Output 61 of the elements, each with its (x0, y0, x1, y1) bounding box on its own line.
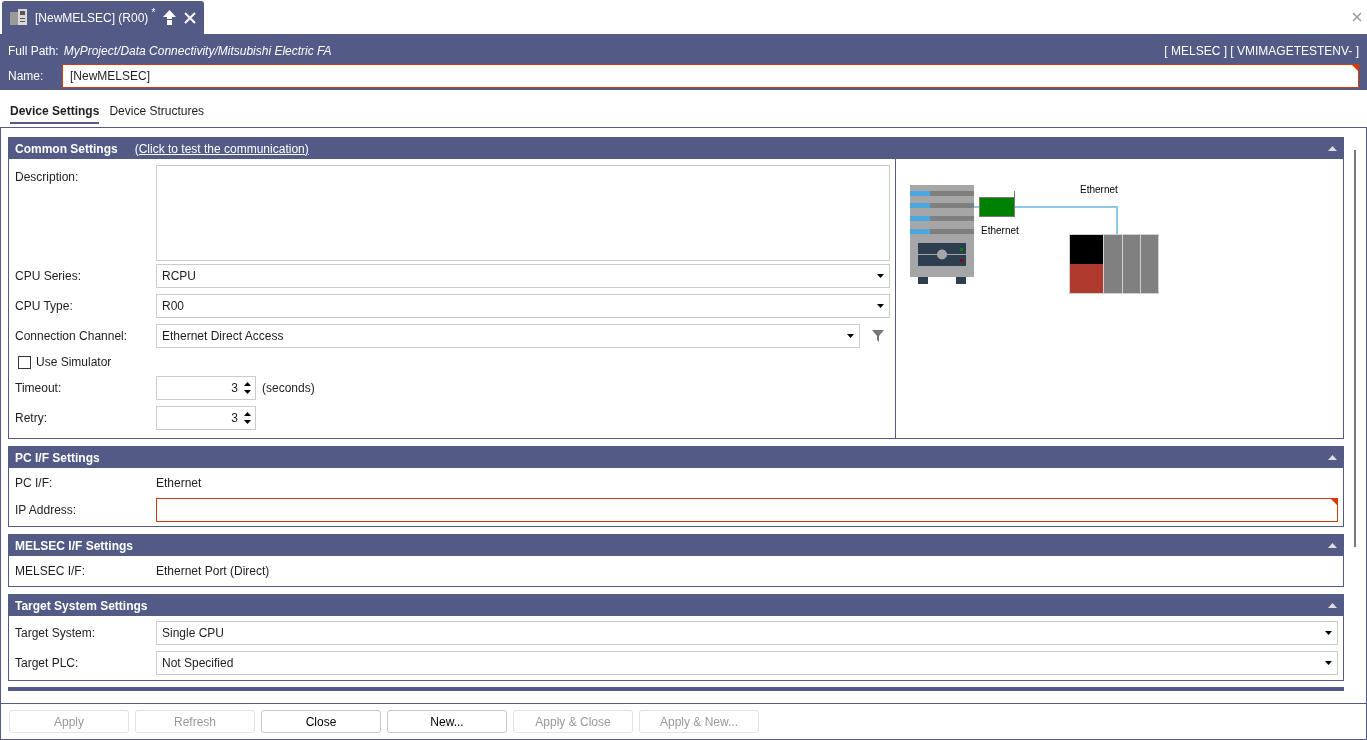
device-icon (10, 9, 27, 26)
section-header[interactable]: MELSEC I/F Settings (9, 535, 1343, 556)
modified-mark: * (151, 5, 156, 20)
section-header[interactable]: PC I/F Settings (9, 447, 1343, 468)
dropdown[interactable]: R00 (156, 294, 890, 318)
dropdown-caret-icon (1325, 631, 1332, 635)
network-module-icon (979, 190, 1015, 217)
dropdown[interactable]: RCPU (156, 264, 890, 288)
number-spinner[interactable]: 3 (156, 406, 256, 430)
name-field[interactable]: [NewMELSEC] (62, 64, 1359, 88)
close-icon[interactable] (1352, 12, 1362, 22)
field-value: Ethernet (156, 475, 202, 492)
collapse-caret-icon[interactable] (1328, 603, 1337, 608)
field-label: CPU Series: (15, 268, 83, 285)
field-label: Connection Channel: (15, 328, 129, 345)
field-label: Description: (15, 169, 80, 186)
document-tab[interactable]: [NewMELSEC] (R00) * (2, 1, 205, 34)
pin-up-icon[interactable] (163, 10, 177, 25)
section-header[interactable]: Target System Settings (9, 595, 1343, 616)
field-label: Use Simulator (36, 354, 112, 371)
tab[interactable]: Device Structures (109, 102, 205, 124)
scrollbar[interactable] (1354, 150, 1356, 547)
collapse-caret-icon[interactable] (1328, 543, 1337, 548)
dropdown-caret-icon (847, 334, 854, 338)
dropdown[interactable]: Not Specified (156, 651, 1338, 675)
number-spinner[interactable]: 3 (156, 376, 256, 400)
dropdown[interactable]: Ethernet Direct Access (156, 324, 860, 348)
field-label: MELSEC I/F: (15, 563, 86, 580)
tab[interactable]: Device Settings (10, 102, 100, 124)
connection-label: Ethernet (981, 225, 1019, 236)
field-label: Retry: (15, 410, 48, 427)
spin-arrows-icon[interactable] (244, 412, 251, 424)
unit-label: (seconds) (262, 380, 315, 397)
collapse-caret-icon[interactable] (1328, 146, 1337, 151)
spin-arrows-icon[interactable] (244, 382, 251, 394)
field-label: IP Address: (15, 502, 78, 519)
context-label: [ MELSEC ] [ VMIMAGETESTENV- ] (1164, 43, 1359, 60)
dialog-button[interactable]: Close (261, 710, 381, 733)
full-path: MyProject/Data Connectivity/Mitsubishi Electric FA (63, 43, 332, 60)
field-label: PC I/F: (15, 475, 54, 492)
full-path-label: Full Path: (8, 43, 59, 60)
connection-label: Ethernet (1080, 184, 1118, 195)
field-label: Target PLC: (15, 655, 80, 672)
ip-address-field[interactable] (156, 498, 1338, 522)
dropdown[interactable]: Single CPU (156, 621, 1338, 645)
checkbox[interactable] (18, 355, 31, 369)
filter-icon[interactable] (872, 330, 884, 342)
field-label: Timeout: (15, 380, 63, 397)
dialog-button[interactable]: New... (387, 710, 507, 733)
dropdown-caret-icon (877, 274, 884, 278)
dropdown-caret-icon (877, 304, 884, 308)
section-header[interactable]: Common Settings (Click to test the communication) (9, 138, 1343, 159)
name-label: Name: (8, 68, 45, 85)
field-value: Ethernet Port (Direct) (156, 563, 270, 580)
test-communication-link[interactable]: (Click to test the communication) (134, 139, 309, 158)
dropdown-caret-icon (1325, 661, 1332, 665)
description-field[interactable] (156, 165, 890, 261)
collapse-caret-icon[interactable] (1328, 455, 1337, 460)
tab-title: [NewMELSEC] (R00) (35, 9, 149, 27)
field-label: CPU Type: (15, 298, 74, 315)
field-label: Target System: (15, 625, 97, 642)
